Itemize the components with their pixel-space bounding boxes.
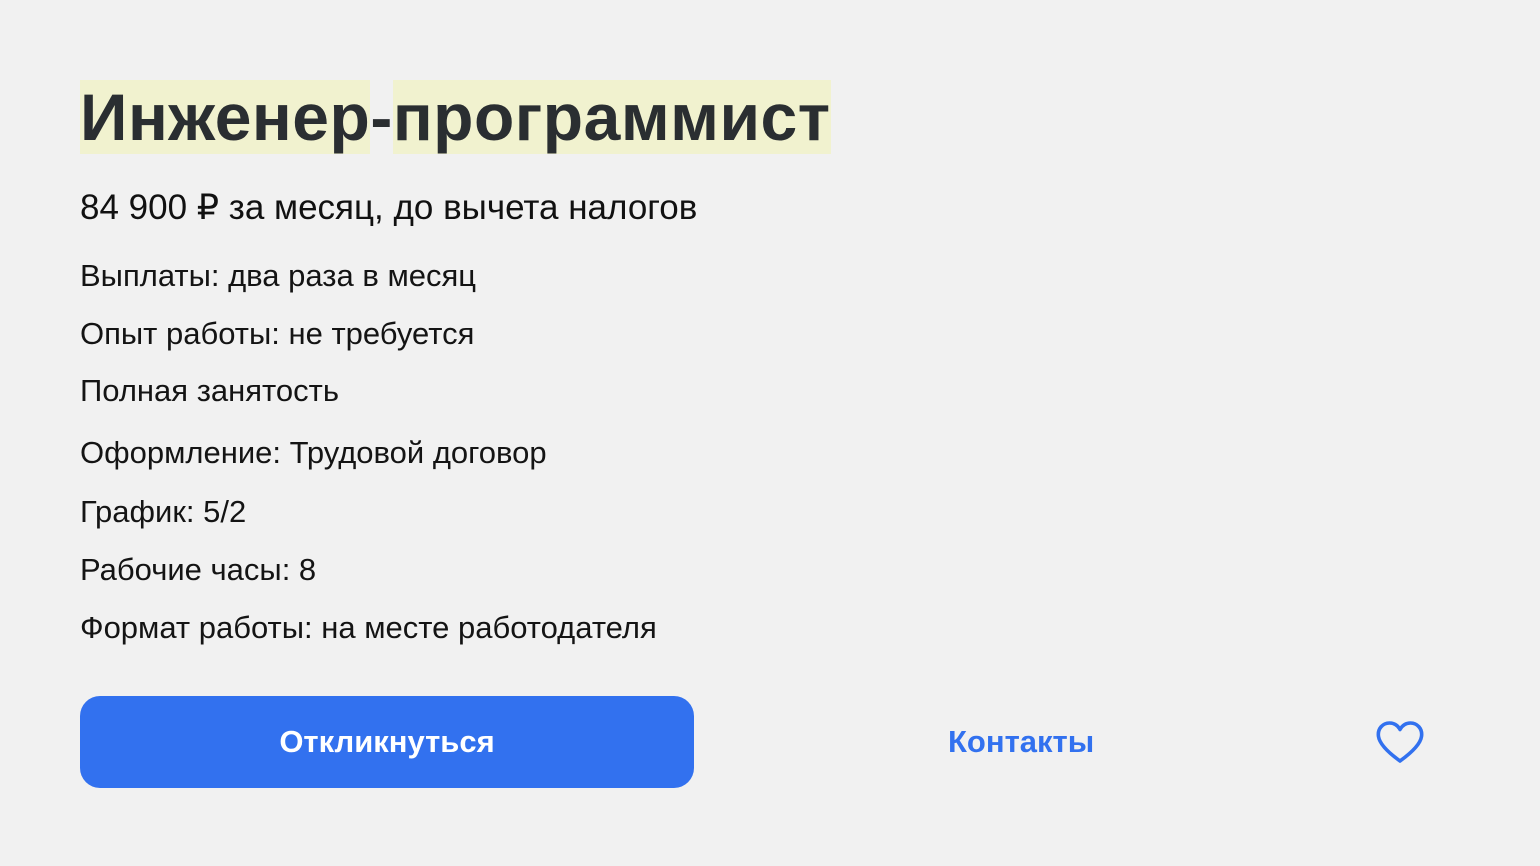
detail-schedule: График: 5/2	[80, 494, 247, 529]
detail-payments: Выплаты: два раза в месяц	[80, 258, 477, 293]
title-highlight-part2: программист	[392, 80, 831, 154]
vacancy-title: Инженер-программист	[80, 80, 1440, 154]
detail-hours: Рабочие часы: 8	[80, 552, 317, 587]
salary-text: 84 900 ₽ за месяц, до вычета налогов	[80, 188, 698, 227]
detail-employment: Полная занятость	[80, 373, 339, 408]
title-highlight-part1: Инженер	[80, 80, 371, 154]
detail-contract: Оформление: Трудовой договор	[80, 435, 547, 470]
title-dash: -	[370, 80, 393, 154]
detail-experience: Опыт работы: не требуется	[80, 316, 475, 351]
contacts-link[interactable]: Контакты	[948, 720, 1094, 764]
heart-icon	[1374, 718, 1426, 766]
vacancy-card: Инженер-программист 84 900 ₽ за месяц, д…	[80, 80, 1440, 645]
detail-work-format: Формат работы: на месте работодателя	[80, 610, 657, 645]
apply-button[interactable]: Откликнуться	[80, 696, 694, 788]
favorite-button[interactable]	[1374, 718, 1426, 766]
